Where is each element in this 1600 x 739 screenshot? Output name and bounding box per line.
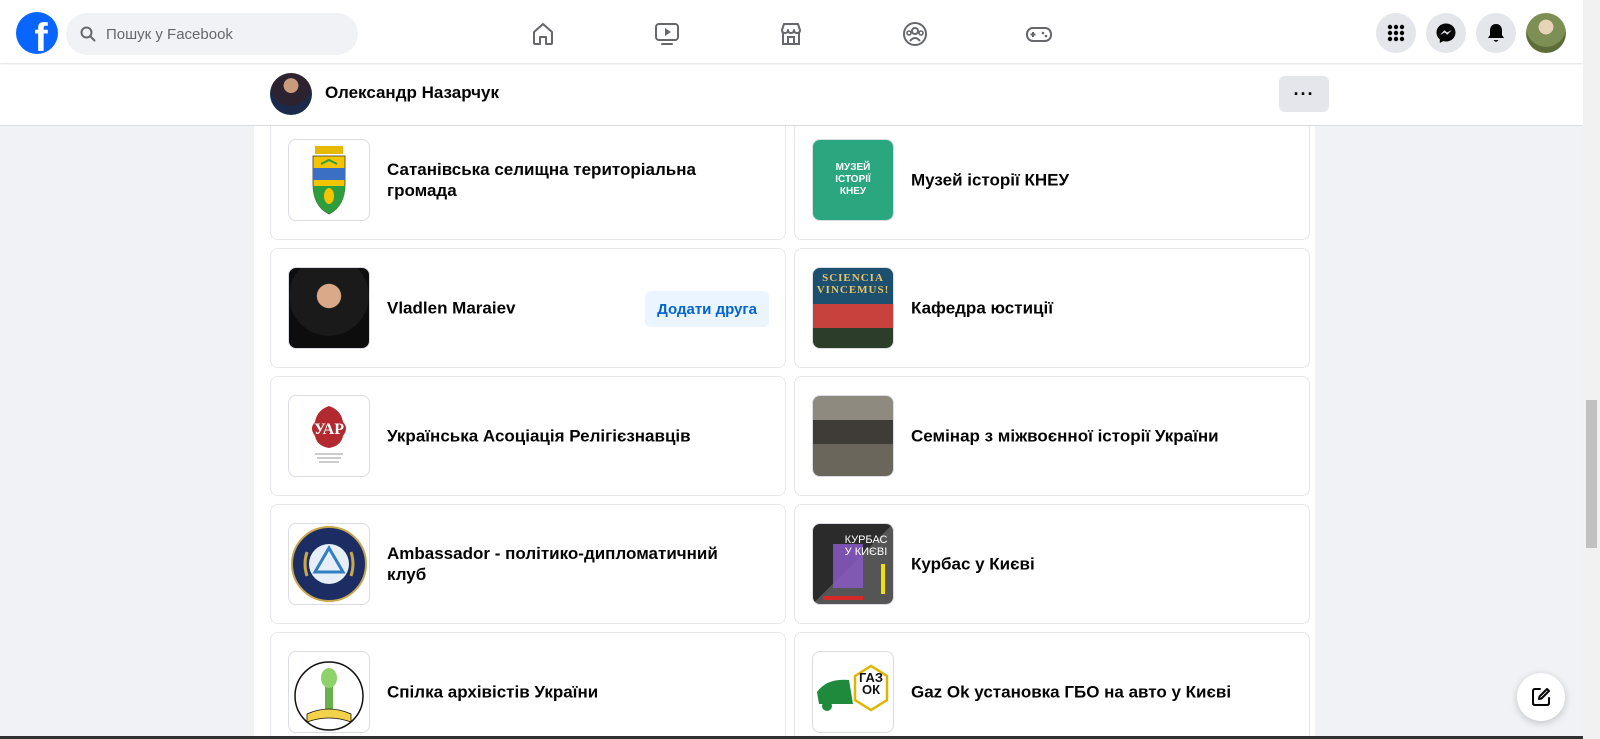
notifications-icon	[1488, 24, 1504, 42]
profile-name[interactable]: Олександр Назарчук	[325, 83, 499, 103]
archivists-logo-thumbnail[interactable]	[288, 651, 370, 733]
menu-button[interactable]	[1376, 13, 1416, 53]
list-item[interactable]: УАР Українська Асоціація Релігієзнавців	[270, 376, 786, 496]
list-item[interactable]: МУЗЕЙ ІСТОРІЇ КНЕУ Музей історії КНЕУ	[794, 126, 1310, 240]
museum-logo-thumbnail[interactable]: МУЗЕЙ ІСТОРІЇ КНЕУ	[812, 139, 894, 221]
home-icon	[533, 23, 553, 45]
list-item[interactable]: Ambassador - політико-дипломатичний клуб	[270, 504, 786, 624]
list-item-title[interactable]: Gaz Ok установка ГБО на авто у Києві	[911, 682, 1243, 703]
watch-icon	[655, 23, 679, 45]
nav-gaming[interactable]	[1009, 12, 1069, 56]
list-item[interactable]: ГАЗ ОК Gaz Ok установка ГБО на авто у Ки…	[794, 632, 1310, 739]
list-item-title[interactable]: Українська Асоціація Релігієзнавців	[387, 426, 719, 447]
profile-header: Олександр Назарчук ···	[0, 63, 1583, 126]
account-avatar[interactable]	[1526, 13, 1566, 53]
list-item-title[interactable]: Спілка архівістів України	[387, 682, 719, 703]
list-item[interactable]: Семінар з міжвоєнної історії України	[794, 376, 1310, 496]
list-item-title[interactable]: Ambassador - політико-дипломатичний клуб	[387, 543, 719, 585]
facebook-logo[interactable]: f	[16, 12, 58, 54]
list-item-title[interactable]: Курбас у Києві	[911, 554, 1243, 575]
following-list: Сатанівська селищна територіальна громад…	[254, 126, 1315, 739]
list-item-title[interactable]: Vladlen Maraiev	[387, 298, 635, 319]
profile-avatar[interactable]	[270, 73, 312, 115]
person-photo-thumbnail[interactable]	[288, 267, 370, 349]
groups-icon	[903, 22, 927, 46]
search-box[interactable]	[66, 13, 358, 55]
nav-marketplace[interactable]	[761, 12, 821, 56]
nav-home[interactable]	[513, 12, 573, 56]
list-item[interactable]: Сатанівська селищна територіальна громад…	[270, 126, 786, 240]
compose-icon	[1532, 688, 1550, 706]
coat-of-arms-thumbnail[interactable]	[288, 139, 370, 221]
page-scrollbar-thumb[interactable]	[1586, 400, 1597, 548]
top-navigation-bar: f	[0, 0, 1583, 63]
nav-watch[interactable]	[637, 12, 697, 56]
list-item[interactable]: Vladlen Maraiev Додати друга	[270, 248, 786, 368]
search-icon	[80, 26, 96, 42]
association-logo-thumbnail[interactable]: УАР	[288, 395, 370, 477]
list-item-title[interactable]: Музей історії КНЕУ	[911, 170, 1243, 191]
list-item[interactable]: Спілка архівістів України	[270, 632, 786, 739]
search-input[interactable]	[104, 24, 338, 44]
notifications-button[interactable]	[1476, 13, 1516, 53]
nav-groups[interactable]	[885, 12, 945, 56]
messenger-icon	[1436, 23, 1456, 43]
building-photo-thumbnail[interactable]: SCIENCIA VINCEMUS!	[812, 267, 894, 349]
add-friend-button[interactable]: Додати друга	[645, 291, 769, 327]
kurbas-logo-thumbnail[interactable]: КУРБАС У КИЄВІ	[812, 523, 894, 605]
list-item-title[interactable]: Семінар з міжвоєнної історії України	[911, 426, 1243, 447]
page-scrollbar-track[interactable]	[1583, 0, 1600, 739]
messenger-button[interactable]	[1426, 13, 1466, 53]
historic-photo-thumbnail[interactable]	[812, 395, 894, 477]
svg-text:УАР: УАР	[314, 421, 344, 438]
list-item-title[interactable]: Кафедра юстиції	[911, 298, 1243, 319]
club-logo-thumbnail[interactable]	[288, 523, 370, 605]
gaming-icon	[1026, 27, 1052, 42]
gas-service-logo-thumbnail[interactable]: ГАЗ ОК	[812, 651, 894, 733]
list-item[interactable]: КУРБАС У КИЄВІ Курбас у Києві	[794, 504, 1310, 624]
list-item-title[interactable]: Сатанівська селищна територіальна громад…	[387, 159, 719, 201]
new-message-button[interactable]	[1517, 673, 1565, 721]
menu-icon	[1387, 24, 1405, 42]
list-item[interactable]: SCIENCIA VINCEMUS! Кафедра юстиції	[794, 248, 1310, 368]
more-options-button[interactable]: ···	[1279, 76, 1329, 112]
marketplace-icon	[781, 23, 801, 45]
